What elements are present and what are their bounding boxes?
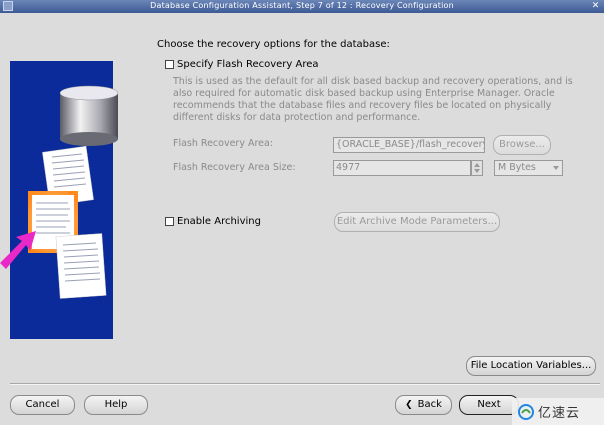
flash-recovery-size-label: Flash Recovery Area Size: (173, 162, 296, 173)
document-stack-icon (28, 145, 107, 299)
flash-recovery-description: This is used as the default for all disk… (173, 76, 573, 123)
close-icon[interactable]: ✕ (590, 1, 601, 11)
size-unit-select[interactable]: M Bytes (494, 160, 563, 176)
wizard-content: Choose the recovery options for the data… (0, 13, 604, 425)
chevron-left-icon: ❮ (405, 400, 413, 410)
enable-archiving-checkbox[interactable]: Enable Archiving (165, 216, 261, 227)
database-documents-illustration (0, 85, 119, 299)
title-bar: Database Configuration Assistant, Step 7… (0, 0, 604, 13)
edit-archive-params-button[interactable]: Edit Archive Mode Parameters... (334, 212, 500, 232)
specify-flash-recovery-checkbox[interactable]: Specify Flash Recovery Area (165, 59, 319, 70)
specify-flash-recovery-label: Specify Flash Recovery Area (177, 59, 319, 70)
back-button-label: Back (417, 399, 442, 410)
cloud-logo-icon (518, 403, 534, 420)
page-heading: Choose the recovery options for the data… (157, 39, 390, 50)
enable-archiving-label: Enable Archiving (177, 216, 261, 227)
checkbox-box[interactable] (165, 60, 174, 69)
flash-recovery-area-label: Flash Recovery Area: (173, 138, 274, 149)
footer-divider (10, 383, 600, 385)
flash-recovery-size-field[interactable]: 4977 (333, 160, 471, 176)
database-icon (59, 85, 119, 146)
window-title: Database Configuration Assistant, Step 7… (150, 1, 454, 10)
size-unit-value: M Bytes (498, 162, 536, 173)
browse-button[interactable]: Browse... (493, 135, 551, 155)
size-spinner[interactable] (471, 160, 483, 176)
flash-recovery-area-field[interactable]: {ORACLE_BASE}/flash_recovery_ (333, 137, 485, 153)
help-button[interactable]: Help (84, 395, 148, 415)
watermark: 亿速云 (512, 398, 604, 425)
checkbox-box[interactable] (165, 217, 174, 226)
cancel-button[interactable]: Cancel (10, 395, 75, 415)
file-location-variables-button[interactable]: File Location Variables... (466, 356, 596, 376)
back-button[interactable]: ❮ Back (395, 395, 452, 415)
watermark-text: 亿速云 (538, 406, 581, 421)
chevron-down-icon (553, 166, 559, 170)
next-button[interactable]: Next (459, 395, 519, 415)
